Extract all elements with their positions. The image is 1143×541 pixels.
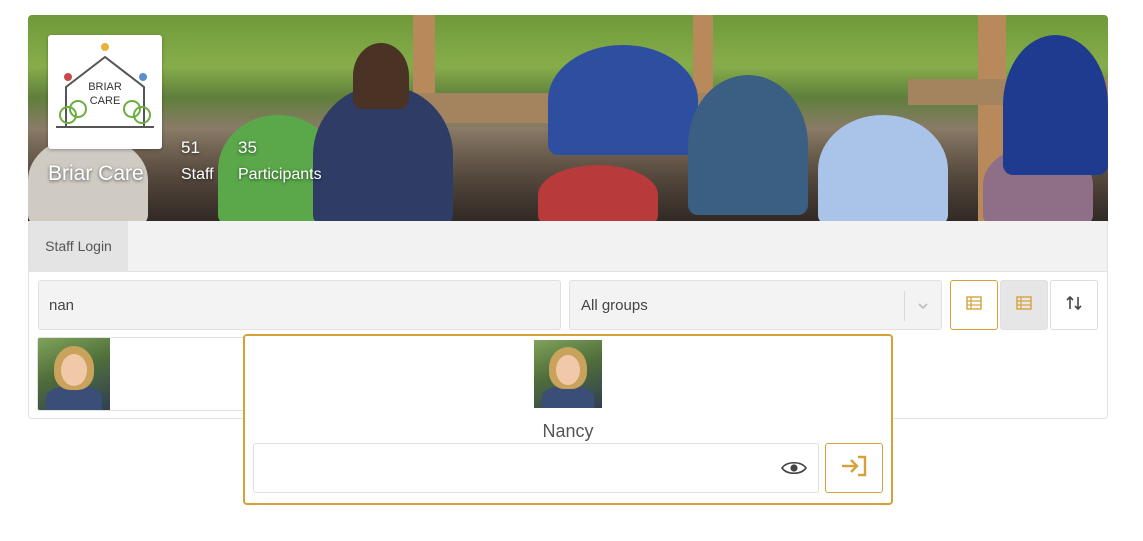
group-filter-select[interactable]: All groups (569, 280, 942, 330)
org-logo: BRIAR CARE (48, 35, 162, 149)
stat-value: 51 (181, 138, 200, 157)
popup-user-name: Nancy (542, 421, 594, 441)
password-field[interactable] (253, 443, 819, 493)
login-popup: Nancy (243, 334, 893, 505)
sign-in-icon (840, 455, 868, 482)
group-filter-value: All groups (581, 297, 648, 314)
stat-label: Participants (238, 166, 322, 183)
chevron-down-icon (916, 299, 930, 318)
search-input[interactable] (38, 280, 561, 330)
stat-participants: 35 Participants (238, 138, 322, 184)
photo-detail (1003, 35, 1108, 175)
sign-in-button[interactable] (825, 443, 883, 493)
tab-bar: Staff Login (28, 221, 1108, 272)
list-view-button[interactable] (950, 280, 998, 330)
stat-label: Staff (181, 166, 214, 183)
avatar (38, 338, 110, 410)
sort-button[interactable] (1050, 280, 1098, 330)
svg-text:CARE: CARE (90, 95, 121, 107)
grid-view-icon (1016, 295, 1032, 315)
popup-avatar (534, 340, 602, 408)
eye-icon[interactable] (781, 460, 807, 481)
grid-view-button[interactable] (1000, 280, 1048, 330)
staff-card[interactable] (37, 337, 257, 411)
photo-detail (538, 165, 658, 221)
tab-staff-login[interactable]: Staff Login (29, 221, 128, 271)
briar-care-logo-icon: BRIAR CARE (56, 43, 154, 128)
sort-icon (1065, 295, 1083, 316)
svg-text:BRIAR: BRIAR (88, 81, 122, 93)
org-name: Briar Care (48, 162, 144, 185)
photo-detail (548, 45, 698, 155)
photo-detail (353, 43, 409, 109)
photo-detail (688, 75, 808, 215)
photo-detail (818, 115, 948, 221)
list-view-icon (966, 295, 982, 315)
select-divider (904, 291, 905, 321)
org-banner: BRIAR CARE Briar Care 51 Staff 35 Partic… (28, 15, 1108, 221)
stat-staff: 51 Staff (181, 138, 214, 184)
stat-value: 35 (238, 138, 257, 157)
